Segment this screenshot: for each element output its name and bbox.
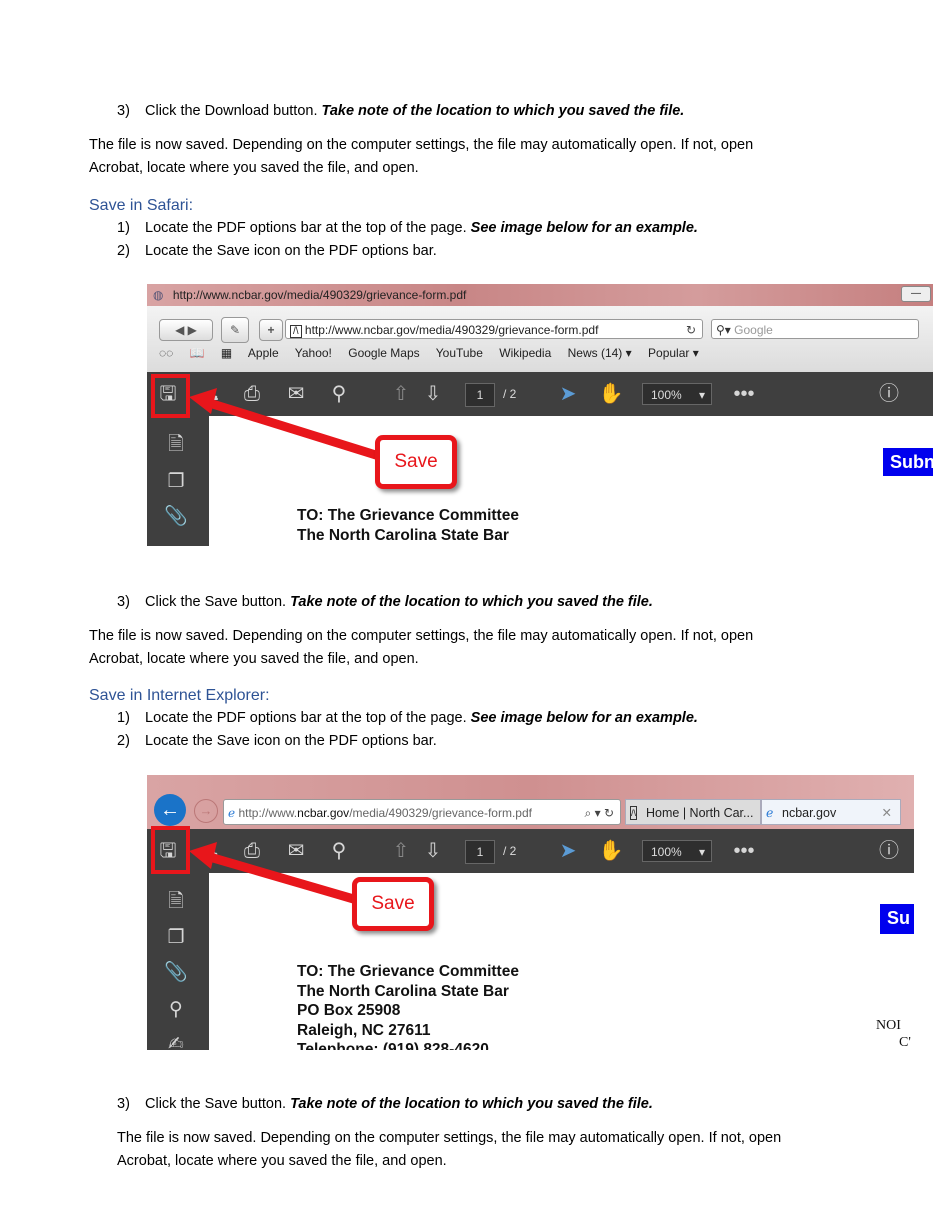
save-arrow: [189, 842, 359, 905]
step-number: 2): [117, 733, 130, 749]
step-text: Locate the PDF options bar at the top of…: [145, 710, 471, 726]
document-line: The North Carolina State Bar: [297, 982, 509, 1000]
safari-screenshot: ◍ http://www.ncbar.gov/media/490329/grie…: [147, 284, 933, 546]
save-arrow: [189, 388, 381, 461]
ie-heading: Save in Internet Explorer:: [89, 687, 270, 704]
ie-step-3: 3) Click the Save button. Take note of th…: [117, 1093, 653, 1116]
document-line: PO Box 25908: [297, 1002, 401, 1019]
step-emphasis: Take note of the location to which you s…: [290, 594, 653, 610]
submit-button[interactable]: Su: [880, 904, 914, 934]
step-emphasis: Take note of the location to which you s…: [321, 103, 685, 119]
document-line: Raleigh, NC 27611: [297, 1021, 431, 1039]
step-emphasis: Take note of the location to which you s…: [290, 1096, 653, 1112]
safari-heading: Save in Safari:: [89, 197, 194, 214]
document-text: TO: The Grievance Committee The North Ca…: [297, 506, 519, 545]
document-fragment: C': [899, 1035, 911, 1050]
saved-paragraph-1: The file is now saved. Depending on the …: [89, 134, 849, 180]
step-number: 3): [117, 594, 130, 610]
paragraph-line: The file is now saved. Depending on the …: [89, 137, 754, 153]
step-text: Click the Save button.: [145, 1096, 291, 1112]
paragraph-line: The file is now saved. Depending on the …: [117, 1130, 782, 1146]
step-text: Locate the Save icon on the PDF options …: [145, 733, 437, 749]
step-text: Locate the Save icon on the PDF options …: [145, 243, 437, 259]
step-number: 1): [117, 220, 130, 236]
save-callout: Save: [375, 435, 457, 489]
document-line: TO: The Grievance Committee: [297, 963, 519, 980]
step-text: Click the Save button.: [145, 594, 291, 610]
paragraph-line: The file is now saved. Depending on the …: [89, 628, 754, 644]
safari-step-1: 1) Locate the PDF options bar at the top …: [117, 217, 698, 240]
step-text: Locate the PDF options bar at the top of…: [145, 220, 471, 236]
paragraph-line: Acrobat, locate where you saved the file…: [89, 651, 419, 667]
step-emphasis: See image below for an example.: [470, 220, 698, 236]
save-callout: Save: [352, 877, 434, 931]
safari-step-2: 2) Locate the Save icon on the PDF option…: [117, 240, 437, 263]
step-number: 2): [117, 243, 130, 259]
ie-step-1: 1) Locate the PDF options bar at the top …: [117, 707, 698, 730]
paragraph-line: Acrobat, locate where you saved the file…: [89, 160, 419, 176]
step-text: Click the Download button.: [145, 103, 322, 119]
step-number: 3): [117, 103, 130, 119]
safari-step-3: 3) Click the Save button. Take note of th…: [117, 591, 653, 614]
document-text: TO: The Grievance Committee The North Ca…: [297, 962, 519, 1050]
submit-button[interactable]: Subn: [883, 448, 933, 476]
document-line: TO: The Grievance Committee: [297, 507, 519, 524]
document-line: Telephone: (919) 828-4620: [297, 1041, 489, 1050]
download-step: 3) Click the Download button. Take note o…: [117, 100, 684, 123]
saved-paragraph-3: The file is now saved. Depending on the …: [117, 1127, 877, 1173]
ie-screenshot: ← → ℯ http://www.ncbar.gov/media/490329/…: [147, 775, 914, 1050]
step-number: 3): [117, 1096, 130, 1112]
document-fragment: NOI: [876, 1018, 901, 1033]
document-line: The North Carolina State Bar: [297, 526, 509, 544]
ie-step-2: 2) Locate the Save icon on the PDF option…: [117, 730, 437, 753]
step-emphasis: See image below for an example.: [470, 710, 698, 726]
saved-paragraph-2: The file is now saved. Depending on the …: [89, 625, 849, 671]
paragraph-line: Acrobat, locate where you saved the file…: [117, 1153, 447, 1169]
step-number: 1): [117, 710, 130, 726]
